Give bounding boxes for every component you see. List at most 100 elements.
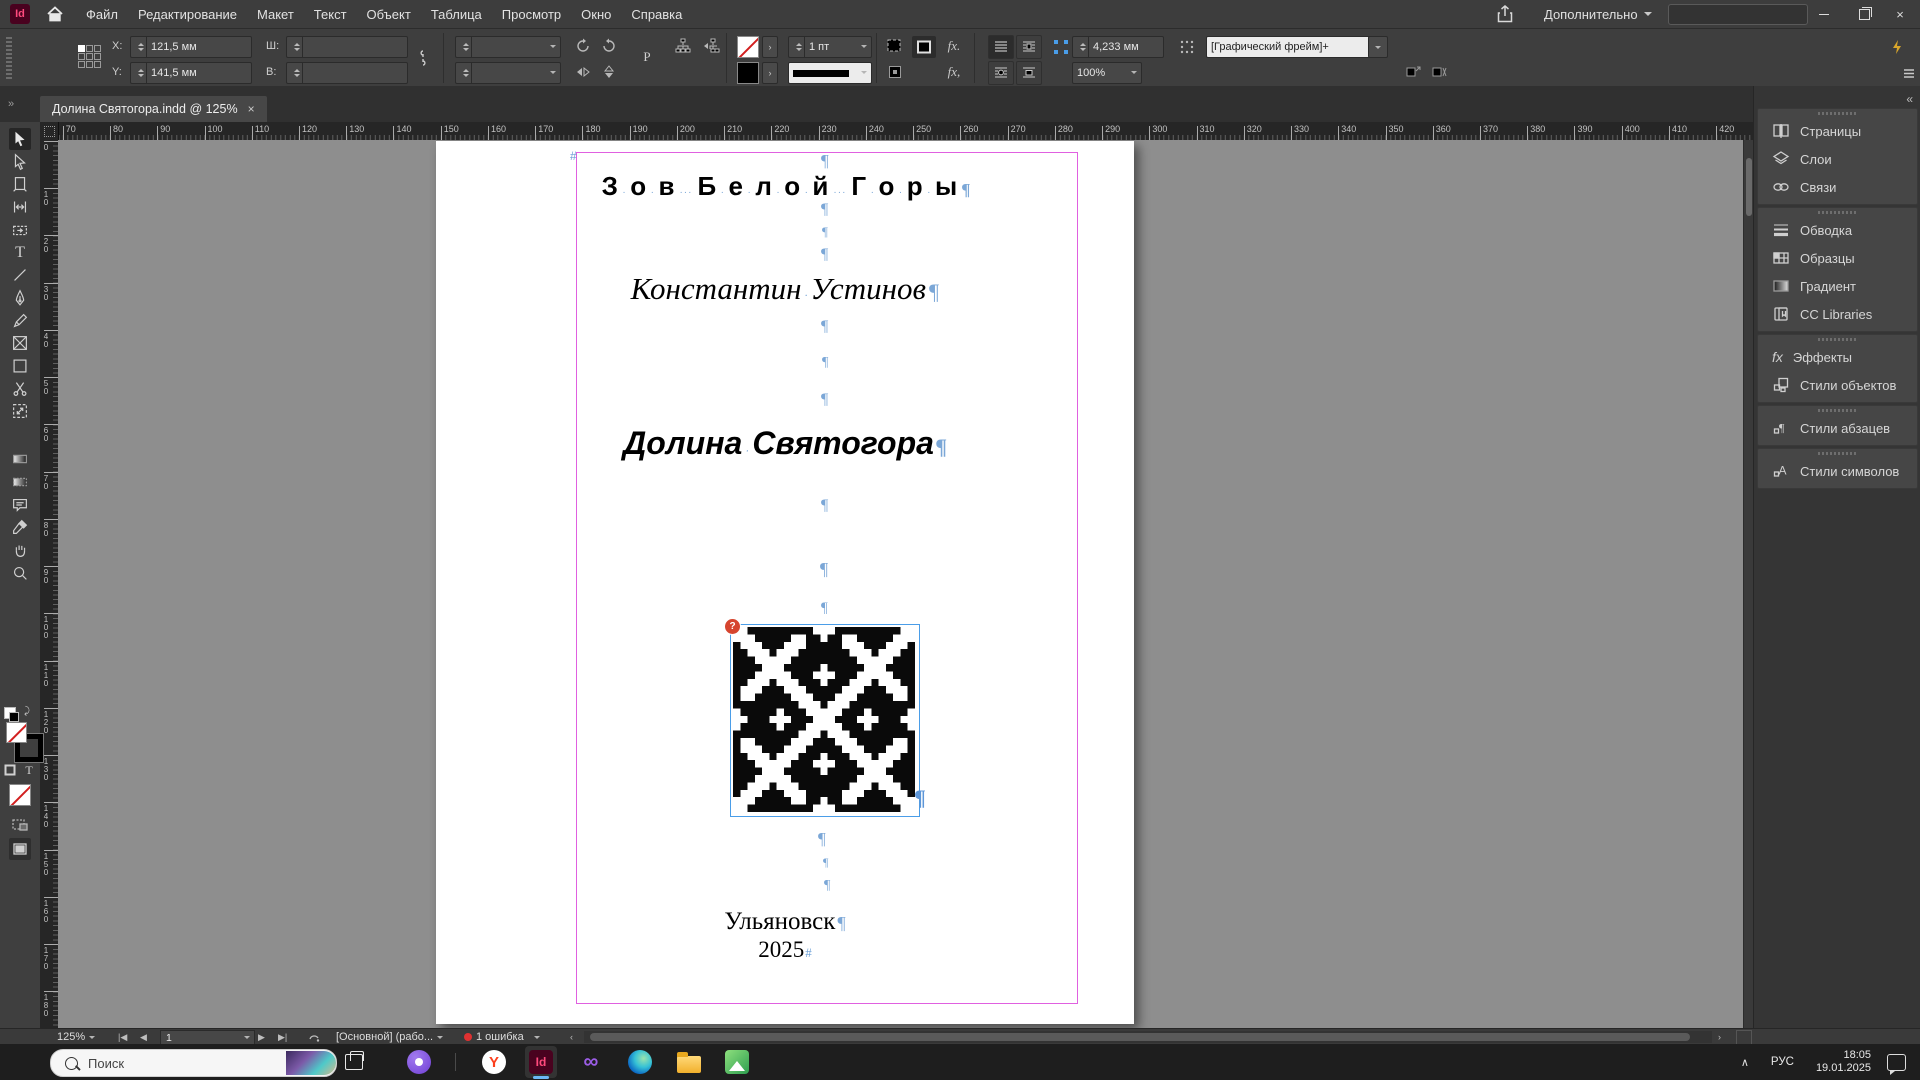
menu-2[interactable]: Редактирование <box>128 0 247 28</box>
window-resize-grip[interactable] <box>1736 1030 1752 1045</box>
flip-horizontal-icon[interactable] <box>572 62 594 82</box>
formatting-affects-text-icon[interactable]: T <box>21 762 37 778</box>
wrap-object-shape-button[interactable] <box>988 61 1014 85</box>
fit-content-icon[interactable] <box>884 36 906 56</box>
screen-mode-button[interactable] <box>9 838 31 860</box>
content-collector-tool[interactable] <box>9 219 31 241</box>
formatting-affects-container-icon[interactable] <box>2 762 18 778</box>
task-view-button[interactable] <box>338 1046 370 1078</box>
effects-fx-button[interactable]: fx. <box>943 36 965 56</box>
stroke-color-expand-button[interactable]: › <box>762 36 778 58</box>
horizontal-scrollbar-thumb[interactable] <box>590 1033 1690 1041</box>
year-line[interactable]: 2025# <box>436 937 1134 963</box>
gradient-feather-tool[interactable] <box>9 471 31 493</box>
restore-button[interactable] <box>1844 0 1884 28</box>
vertical-scrollbar-thumb[interactable] <box>1746 158 1752 216</box>
menu-1[interactable]: Файл <box>76 0 128 28</box>
height-stepper[interactable] <box>291 63 303 83</box>
vertical-ruler[interactable]: 0102030405060708090100110120130140150160… <box>40 140 59 1028</box>
panel-item-cc-libraries[interactable]: CC Libraries <box>1758 300 1917 328</box>
select-next-object-icon[interactable] <box>700 36 722 56</box>
hscroll-left-arrow[interactable]: ‹ <box>570 1030 573 1044</box>
fill-swatch[interactable] <box>6 722 27 743</box>
fit-frame-icon[interactable] <box>912 36 936 58</box>
tray-expand-icon[interactable]: ∧ <box>1741 1056 1749 1069</box>
panel-item-слои[interactable]: Слои <box>1758 145 1917 173</box>
horizontal-ruler[interactable]: 7080901001101201301401501601701801902002… <box>40 122 1753 141</box>
zoom-level-dropdown[interactable]: 125% <box>57 1030 95 1044</box>
auto-fit-checkbox[interactable] <box>884 62 906 82</box>
default-fill-stroke-icon[interactable] <box>4 707 16 719</box>
book-title-line[interactable]: Долина·Святогора¶ <box>436 425 1134 462</box>
menu-7[interactable]: Просмотр <box>492 0 571 28</box>
clock-widget[interactable]: 18:05 19.01.2025 <box>1816 1049 1871 1075</box>
preflight-error-indicator[interactable]: 1 ошибка <box>464 1030 540 1044</box>
stroke-weight-field[interactable]: 1 пт <box>788 36 872 58</box>
no-text-wrap-button[interactable] <box>988 35 1014 59</box>
document-page[interactable]: # ¶ З·о·в···Б·е·л·о·й···Г·о·р·ы¶ ¶ ¶ ¶ К… <box>436 141 1134 1024</box>
tab-close-icon[interactable]: × <box>248 102 255 116</box>
frame-fitting-options-icon[interactable] <box>1176 37 1198 57</box>
ornament-image-frame[interactable]: ? <box>730 624 920 817</box>
author-line[interactable]: Константин·Устинов¶ <box>436 271 1134 307</box>
panel-drag-handle[interactable] <box>6 37 12 79</box>
y-stepper[interactable] <box>135 63 147 83</box>
first-page-button[interactable]: |◀ <box>118 1030 127 1044</box>
minimize-button[interactable] <box>1804 0 1844 28</box>
corner-radius-stepper[interactable] <box>1077 37 1089 57</box>
control-panel-menu-icon[interactable] <box>1898 63 1920 83</box>
panel-item-стили-абзацев[interactable]: ¶Стили абзацев <box>1758 414 1917 442</box>
apply-none-button[interactable] <box>9 784 31 806</box>
yandex-browser-button[interactable]: Y <box>478 1046 510 1078</box>
menu-4[interactable]: Текст <box>304 0 357 28</box>
toolbar-collapse-icon[interactable]: » <box>8 98 12 110</box>
width-stepper[interactable] <box>291 37 303 57</box>
panel-group-drag-handle[interactable] <box>1758 449 1917 457</box>
gradient-swatch-tool[interactable] <box>9 448 31 470</box>
note-tool[interactable] <box>9 494 31 516</box>
reference-point-proxy[interactable] <box>78 45 101 68</box>
scale-y-stepper[interactable] <box>460 63 472 83</box>
rotate-ccw-icon[interactable] <box>598 36 620 56</box>
height-field[interactable] <box>286 62 408 84</box>
clear-transformations-icon[interactable] <box>1428 62 1450 82</box>
preflight-icon[interactable] <box>308 1030 320 1044</box>
edge-browser-button[interactable] <box>624 1046 656 1078</box>
frame-tool[interactable] <box>9 332 31 354</box>
panel-group-drag-handle[interactable] <box>1758 335 1917 343</box>
photos-app-button[interactable] <box>721 1046 753 1078</box>
share-icon[interactable] <box>1496 4 1514 24</box>
menu-6[interactable]: Таблица <box>421 0 492 28</box>
opacity-field[interactable]: 100% <box>1072 62 1142 84</box>
adaptive-layout-icon[interactable] <box>1886 37 1908 57</box>
pencil-tool[interactable] <box>9 310 31 332</box>
preflight-profile-dropdown[interactable]: [Основной] (рабо... <box>336 1030 443 1044</box>
scale-x-dropdown[interactable] <box>455 36 561 58</box>
search-highlight-thumbnail[interactable] <box>286 1051 336 1075</box>
page-number-field[interactable]: 1 <box>160 1030 255 1045</box>
wrap-bounding-box-button[interactable] <box>1016 35 1042 59</box>
menu-5[interactable]: Объект <box>357 0 421 28</box>
panel-group-drag-handle[interactable] <box>1758 109 1917 117</box>
panel-group-drag-handle[interactable] <box>1758 208 1917 216</box>
rotate-cw-icon[interactable] <box>572 36 594 56</box>
pen-tool[interactable] <box>9 287 31 309</box>
menu-9[interactable]: Справка <box>621 0 692 28</box>
type-tool[interactable]: T <box>9 242 31 264</box>
y-position-field[interactable]: 141,5 мм <box>130 62 252 84</box>
next-page-button[interactable]: ▶ <box>258 1030 265 1044</box>
stroke-color-swatch-none[interactable] <box>737 36 759 58</box>
book-series-title-line[interactable]: З·о·в···Б·е·л·о·й···Г·о·р·ы¶ <box>436 171 1134 202</box>
panel-item-страницы[interactable]: Страницы <box>1758 117 1917 145</box>
zoom-tool[interactable] <box>9 562 31 584</box>
indesign-taskbar-button-active[interactable]: Id <box>525 1046 557 1078</box>
object-style-dropdown-arrow[interactable] <box>1368 36 1388 58</box>
last-page-button[interactable]: ▶| <box>278 1030 287 1044</box>
notification-center-icon[interactable] <box>1887 1054 1906 1071</box>
panel-item-эффекты[interactable]: fxЭффекты <box>1758 343 1917 371</box>
expand-panels-icon[interactable]: « <box>1906 92 1913 106</box>
scale-y-dropdown[interactable] <box>455 62 561 84</box>
panel-group-drag-handle[interactable] <box>1758 406 1917 414</box>
content-grabber-icon[interactable] <box>9 814 31 836</box>
document-tab[interactable]: Долина Святогора.indd @ 125% × <box>40 96 267 122</box>
